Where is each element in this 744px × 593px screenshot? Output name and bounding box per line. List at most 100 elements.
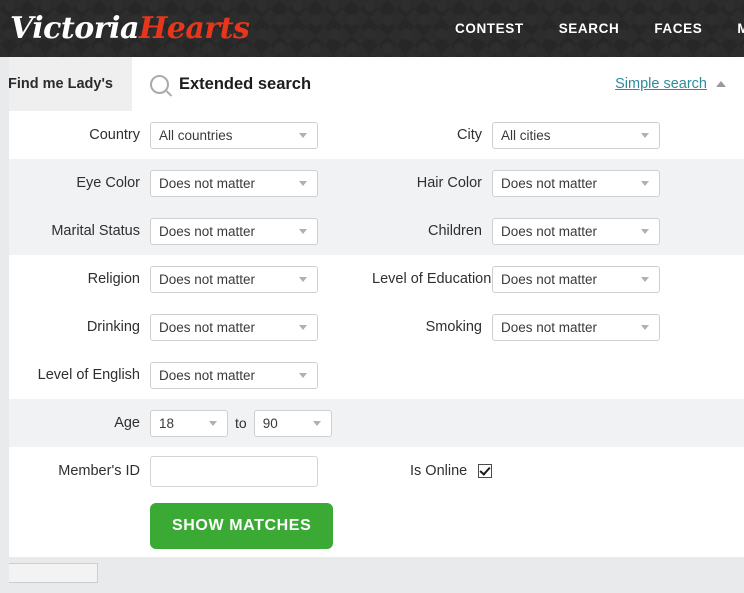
drinking-select[interactable]: Does not matter [150,313,318,341]
page-bottom-edge [0,557,744,583]
field-is-online: Is Online [372,463,744,479]
form-row: Marital Status Does not matter Children … [0,207,744,255]
country-select-value: All countries [159,127,233,143]
is-online-checkbox[interactable] [478,464,493,478]
chevron-down-icon [299,181,307,186]
nav-item-contest[interactable]: CONTEST [455,21,524,36]
chevron-down-icon [299,229,307,234]
form-row-age: Age 18 to 90 [0,399,744,447]
country-select[interactable]: All countries [150,121,318,149]
field-country-label: Country [89,127,140,143]
eye-color-select[interactable]: Does not matter [150,169,318,197]
city-select[interactable]: All cities [492,121,660,149]
hair-color-select-value: Does not matter [501,175,598,191]
field-country: Country All countries [0,121,372,149]
age-range-separator: to [235,415,247,431]
page-body: Find me Lady's Extended search Simple se… [0,57,744,593]
field-drinking: Drinking Does not matter [0,313,372,341]
tab-strip: Find me Lady's Extended search Simple se… [0,57,744,111]
extended-search-form: Country All countries City All cities Ey… [0,111,744,557]
field-children-label: Children [428,223,482,239]
tab-find-me-ladys[interactable]: Find me Lady's [0,57,132,111]
field-members-id-label: Member's ID [58,463,140,479]
search-icon [150,74,169,94]
chevron-down-icon [299,373,307,378]
field-members-id: Member's ID [0,455,372,487]
field-age: Age 18 to 90 [0,409,372,437]
marital-status-select-value: Does not matter [159,223,256,239]
chevron-down-icon [641,181,649,186]
age-from-value: 18 [159,415,175,431]
tab-find-me-ladys-label: Find me Lady's [8,76,113,92]
main-navigation: CONTEST SEARCH FACES MESSAGES [455,0,744,57]
field-hair-color: Hair Color Does not matter [372,169,744,197]
marital-status-select[interactable]: Does not matter [150,217,318,245]
age-from-select[interactable]: 18 [150,409,228,437]
religion-select-value: Does not matter [159,271,256,287]
nav-item-faces[interactable]: FACES [654,21,702,36]
field-children: Children Does not matter [372,217,744,245]
form-row: Eye Color Does not matter Hair Color Doe… [0,159,744,207]
form-submit-row: SHOW MATCHES [0,495,744,557]
hair-color-select[interactable]: Does not matter [492,169,660,197]
field-city: City All cities [372,121,744,149]
field-drinking-label: Drinking [86,319,140,335]
level-of-education-select[interactable]: Does not matter [492,265,660,293]
field-city-label: City [457,127,482,143]
nav-item-messages[interactable]: MESSAGES [737,21,744,36]
children-select-value: Does not matter [501,223,598,239]
field-smoking-label: Smoking [425,319,482,335]
field-level-of-education-label: Level of Education [372,271,492,287]
logo-text-hearts: Hearts [138,10,250,46]
age-to-value: 90 [262,415,278,431]
field-smoking: Smoking Does not matter [372,313,744,341]
chevron-down-icon [641,133,649,138]
field-level-of-education: Level of Education Does not matter [372,265,744,293]
field-eye-color: Eye Color Does not matter [0,169,372,197]
children-select[interactable]: Does not matter [492,217,660,245]
chevron-down-icon [312,421,321,426]
field-level-of-english-label: Level of English [37,367,140,383]
religion-select[interactable]: Does not matter [150,265,318,293]
search-panel-header: Extended search Simple search [132,57,744,111]
chevron-down-icon [641,277,649,282]
age-to-select[interactable]: 90 [253,409,332,437]
form-row: Drinking Does not matter Smoking Does no… [0,303,744,351]
nav-item-search[interactable]: SEARCH [559,21,620,36]
level-of-english-select-value: Does not matter [159,367,256,383]
eye-color-select-value: Does not matter [159,175,256,191]
panel-header-actions: Simple search [615,76,726,92]
level-of-education-select-value: Does not matter [501,271,598,287]
members-id-input[interactable] [150,455,318,487]
chevron-down-icon [299,325,307,330]
form-row: Level of English Does not matter [0,351,744,399]
smoking-select-value: Does not matter [501,319,598,335]
simple-search-link[interactable]: Simple search [615,76,707,92]
field-level-of-english: Level of English Does not matter [0,361,372,389]
footer-widget-box[interactable] [0,563,98,583]
city-select-value: All cities [501,127,551,143]
field-religion-label: Religion [87,271,140,287]
smoking-select[interactable]: Does not matter [492,313,660,341]
left-page-rail [0,57,9,593]
field-marital-status: Marital Status Does not matter [0,217,372,245]
show-matches-button[interactable]: SHOW MATCHES [150,503,334,549]
form-row: Religion Does not matter Level of Educat… [0,255,744,303]
form-row-member: Member's ID Is Online [0,447,744,495]
chevron-down-icon [299,277,307,282]
page-title: Extended search [179,74,312,93]
site-logo[interactable]: VictoriaHearts [10,10,250,46]
logo-text-victoria: Victoria [10,10,139,46]
field-eye-color-label: Eye Color [76,175,140,191]
chevron-down-icon [641,229,649,234]
site-header: VictoriaHearts CONTEST SEARCH FACES MESS… [0,0,744,57]
field-religion: Religion Does not matter [0,265,372,293]
field-age-label: Age [114,415,140,431]
field-hair-color-label: Hair Color [416,175,482,191]
caret-up-icon[interactable] [716,81,726,87]
drinking-select-value: Does not matter [159,319,256,335]
level-of-english-select[interactable]: Does not matter [150,361,318,389]
field-marital-status-label: Marital Status [51,223,140,239]
form-row: Country All countries City All cities [0,111,744,159]
chevron-down-icon [641,325,649,330]
